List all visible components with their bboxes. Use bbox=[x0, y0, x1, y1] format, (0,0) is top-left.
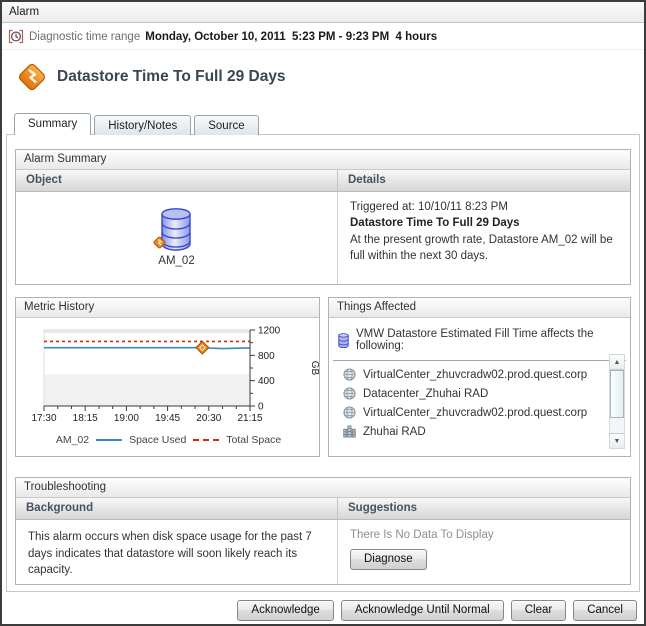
svg-text:19:00: 19:00 bbox=[114, 413, 139, 424]
middle-row: Metric History 0 400 800 1200 GB 17:30 18:15 19… bbox=[15, 297, 631, 457]
tab-summary[interactable]: Summary bbox=[14, 113, 92, 135]
page-title: Datastore Time To Full 29 Days bbox=[57, 68, 286, 85]
svg-text:20:30: 20:30 bbox=[196, 413, 221, 424]
list-item-label: Datacenter_Zhuhai RAD bbox=[363, 387, 489, 400]
scroll-up-arrow-icon[interactable]: ▲ bbox=[610, 355, 624, 370]
svg-text:1200: 1200 bbox=[258, 326, 281, 337]
object-cell: AM_02 bbox=[16, 192, 338, 284]
datastore-small-icon bbox=[337, 332, 350, 348]
list-item-label: Zhuhai RAD bbox=[363, 425, 426, 438]
list-item-virtualcenter-1[interactable]: VirtualCenter_zhuvcradw02.prod.quest.cor… bbox=[343, 365, 606, 384]
list-item-label: VirtualCenter_zhuvcradw02.prod.quest.cor… bbox=[363, 368, 588, 381]
things-affected-header-text: VMW Datastore Estimated Fill Time affect… bbox=[356, 328, 594, 352]
list-item-virtualcenter-2[interactable]: VirtualCenter_zhuvcradw02.prod.quest.cor… bbox=[343, 403, 606, 422]
svg-text:21:15: 21:15 bbox=[237, 413, 262, 424]
cluster-icon bbox=[343, 425, 356, 438]
tab-history-notes[interactable]: History/Notes bbox=[94, 115, 192, 135]
alarm-summary-title: Alarm Summary bbox=[16, 150, 630, 170]
warning-diamond-badge bbox=[152, 235, 167, 250]
list-item-cluster[interactable]: Zhuhai RAD bbox=[343, 422, 606, 441]
alarm-description-text: At the present growth rate, Datastore AM… bbox=[350, 234, 613, 263]
list-item-label: VirtualCenter_zhuvcradw02.prod.quest.cor… bbox=[363, 406, 588, 419]
alarm-dialog: Alarm Diagnostic time range Monday, Octo… bbox=[0, 0, 646, 626]
time-range-clock-icon[interactable] bbox=[8, 29, 24, 44]
troubleshooting-body: This alarm occurs when disk space usage … bbox=[16, 520, 630, 584]
legend-space-used-line bbox=[96, 439, 123, 441]
legend-space-used-label: Space Used bbox=[129, 434, 187, 446]
troubleshooting-column-header: Background Suggestions bbox=[16, 498, 630, 520]
no-data-text: There Is No Data To Display bbox=[350, 529, 494, 541]
time-range-value: Monday, October 10, 2011 5:23 PM - 9:23 … bbox=[145, 30, 438, 43]
alarm-heading: Datastore Time To Full 29 Days bbox=[2, 50, 644, 102]
column-details: Details bbox=[348, 174, 386, 186]
virtualcenter-globe-icon bbox=[343, 368, 356, 381]
column-suggestions: Suggestions bbox=[348, 502, 418, 514]
details-cell: Triggered at: 10/10/11 8:23 PM Datastore… bbox=[338, 192, 630, 284]
footer-button-bar: Acknowledge Acknowledge Until Normal Cle… bbox=[2, 592, 644, 624]
chart-legend: AM_02 Space Used Total Space bbox=[18, 434, 319, 446]
legend-total-space-line bbox=[193, 439, 220, 441]
tab-source[interactable]: Source bbox=[194, 115, 259, 135]
scroll-down-arrow-icon[interactable]: ▼ bbox=[610, 433, 624, 448]
legend-total-space-label: Total Space bbox=[226, 434, 282, 446]
things-affected-scrollbar[interactable]: ▲ ▼ bbox=[609, 354, 625, 449]
window-titlebar: Alarm bbox=[2, 2, 644, 23]
time-range-label: Diagnostic time range bbox=[29, 30, 141, 43]
window-title: Alarm bbox=[9, 6, 40, 18]
list-item-datacenter[interactable]: Datacenter_Zhuhai RAD bbox=[343, 384, 606, 403]
svg-text:800: 800 bbox=[258, 351, 275, 362]
cancel-button[interactable]: Cancel bbox=[573, 599, 637, 621]
svg-text:400: 400 bbox=[258, 376, 275, 387]
acknowledge-button[interactable]: Acknowledge bbox=[237, 599, 334, 621]
triggered-at-text: Triggered at: 10/10/11 8:23 PM bbox=[350, 201, 508, 213]
metric-history-chart: 0 400 800 1200 GB 17:30 18:15 19:00 19:45 20:30 21… bbox=[16, 318, 319, 447]
clear-button[interactable]: Clear bbox=[510, 599, 567, 621]
suggestions-cell: There Is No Data To Display Diagnose bbox=[338, 520, 630, 584]
svg-text:19:45: 19:45 bbox=[155, 413, 180, 424]
things-affected-list: VirtualCenter_zhuvcradw02.prod.quest.cor… bbox=[329, 365, 630, 441]
alarm-summary-box: Alarm Summary Object Details AM_02 Trigg… bbox=[15, 149, 631, 285]
background-text: This alarm occurs when disk space usage … bbox=[16, 520, 338, 584]
datacenter-globe-icon bbox=[343, 387, 356, 400]
troubleshooting-box: Troubleshooting Background Suggestions T… bbox=[15, 477, 631, 585]
alarm-summary-column-header: Object Details bbox=[16, 170, 630, 192]
rule-name-text: Datastore Time To Full 29 Days bbox=[350, 217, 520, 229]
summary-tab-panel: Alarm Summary Object Details AM_02 Trigg… bbox=[6, 134, 640, 592]
column-background: Background bbox=[16, 498, 338, 519]
things-affected-box: Things Affected VMW Datastore Estimated … bbox=[328, 297, 631, 457]
svg-text:GB: GB bbox=[309, 361, 319, 376]
column-object: Object bbox=[16, 170, 338, 191]
alarm-summary-body: AM_02 Triggered at: 10/10/11 8:23 PM Dat… bbox=[16, 192, 630, 284]
svg-text:18:15: 18:15 bbox=[73, 413, 98, 424]
chart-canvas: 0 400 800 1200 GB 17:30 18:15 19:00 19:45 20:30 21… bbox=[31, 326, 319, 425]
svg-text:17:30: 17:30 bbox=[31, 413, 56, 424]
separator bbox=[333, 360, 626, 361]
tab-strip: Summary History/Notes Source bbox=[2, 102, 644, 135]
virtualcenter-globe-icon bbox=[343, 406, 356, 419]
troubleshooting-title: Troubleshooting bbox=[16, 478, 630, 498]
time-range-row: Diagnostic time range Monday, October 10… bbox=[2, 23, 644, 50]
diagnose-button[interactable]: Diagnose bbox=[350, 549, 427, 570]
warning-diamond-icon bbox=[16, 61, 48, 93]
scrollbar-thumb[interactable] bbox=[610, 370, 624, 418]
things-affected-title: Things Affected bbox=[329, 298, 630, 318]
metric-history-title: Metric History bbox=[16, 298, 319, 318]
legend-object-name: AM_02 bbox=[55, 434, 90, 446]
things-affected-header: VMW Datastore Estimated Fill Time affect… bbox=[329, 318, 630, 352]
metric-history-box: Metric History 0 400 800 1200 GB 17:30 18:15 19… bbox=[15, 297, 320, 457]
object-name: AM_02 bbox=[158, 255, 195, 267]
svg-text:0: 0 bbox=[258, 402, 264, 413]
acknowledge-until-normal-button[interactable]: Acknowledge Until Normal bbox=[340, 599, 504, 621]
datastore-icon[interactable] bbox=[153, 207, 197, 253]
